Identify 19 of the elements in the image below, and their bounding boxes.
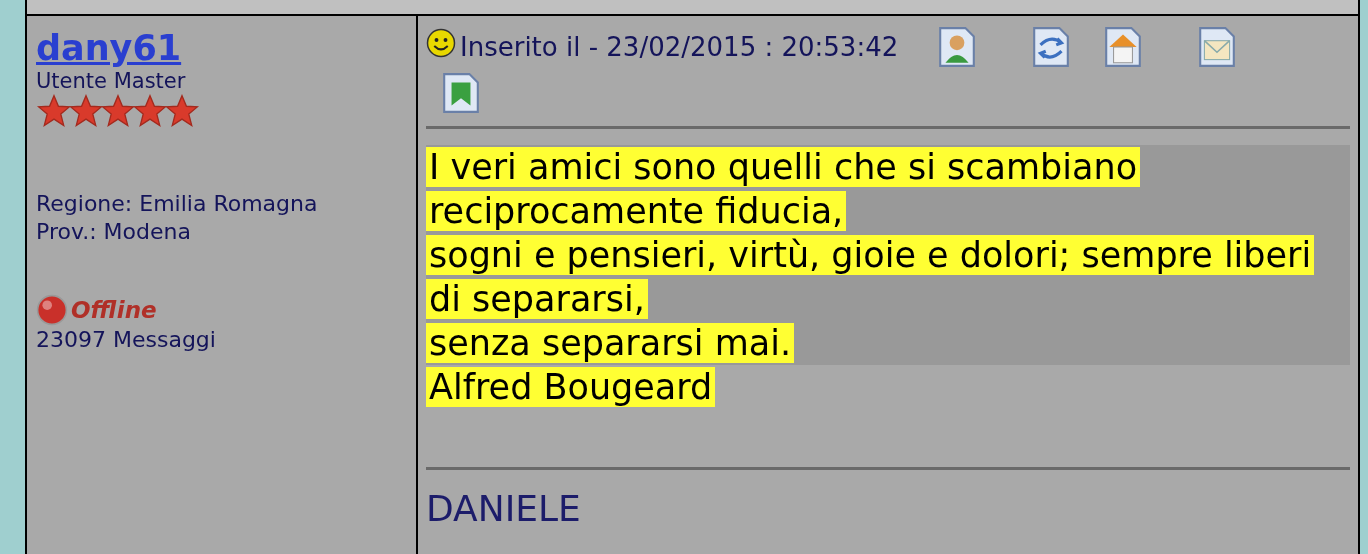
smiley-icon	[426, 28, 456, 58]
post-count: 23097 Messaggi	[36, 326, 217, 354]
star-icon	[100, 94, 136, 128]
star-icon	[164, 94, 200, 128]
star-icon	[36, 94, 72, 128]
email-icon[interactable]	[1198, 26, 1237, 68]
star-icon	[68, 94, 104, 128]
post-date: Inserito il - 23/02/2015 : 20:53:42	[460, 32, 899, 62]
profile-icon[interactable]	[938, 26, 977, 68]
signature: DANIELE	[426, 488, 582, 529]
bookmark-icon[interactable]	[442, 72, 480, 114]
username-link[interactable]: dany61	[36, 28, 182, 68]
home-icon[interactable]	[1104, 26, 1143, 68]
status-label: Offline	[71, 297, 157, 323]
star-icon	[132, 94, 168, 128]
quote-author: Alfred Bougeard	[426, 367, 716, 407]
user-rank: Utente Master	[36, 68, 187, 94]
province-text: Prov.: Modena	[36, 218, 192, 246]
region-text: Regione: Emilia Romagna	[36, 190, 319, 218]
